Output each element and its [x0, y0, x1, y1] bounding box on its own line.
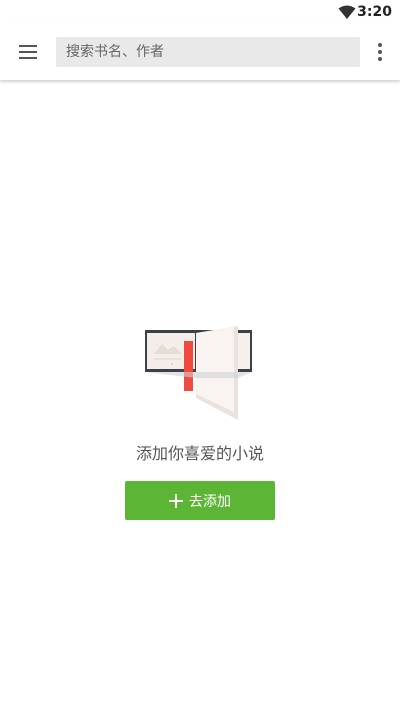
plus-icon [169, 493, 183, 508]
open-book-illustration [145, 326, 252, 420]
status-bar: 3:20 [0, 0, 400, 24]
menu-button[interactable] [10, 34, 46, 70]
more-options-button[interactable] [368, 36, 392, 68]
wifi-icon [338, 5, 356, 19]
empty-state-message: 添加你喜爱的小说 [135, 444, 264, 463]
add-button-label: 去添加 [189, 493, 231, 510]
app-bar [0, 24, 400, 80]
search-input[interactable] [56, 37, 360, 67]
add-novel-button[interactable]: 去添加 [125, 481, 275, 520]
status-time: 3:20 [357, 4, 392, 20]
